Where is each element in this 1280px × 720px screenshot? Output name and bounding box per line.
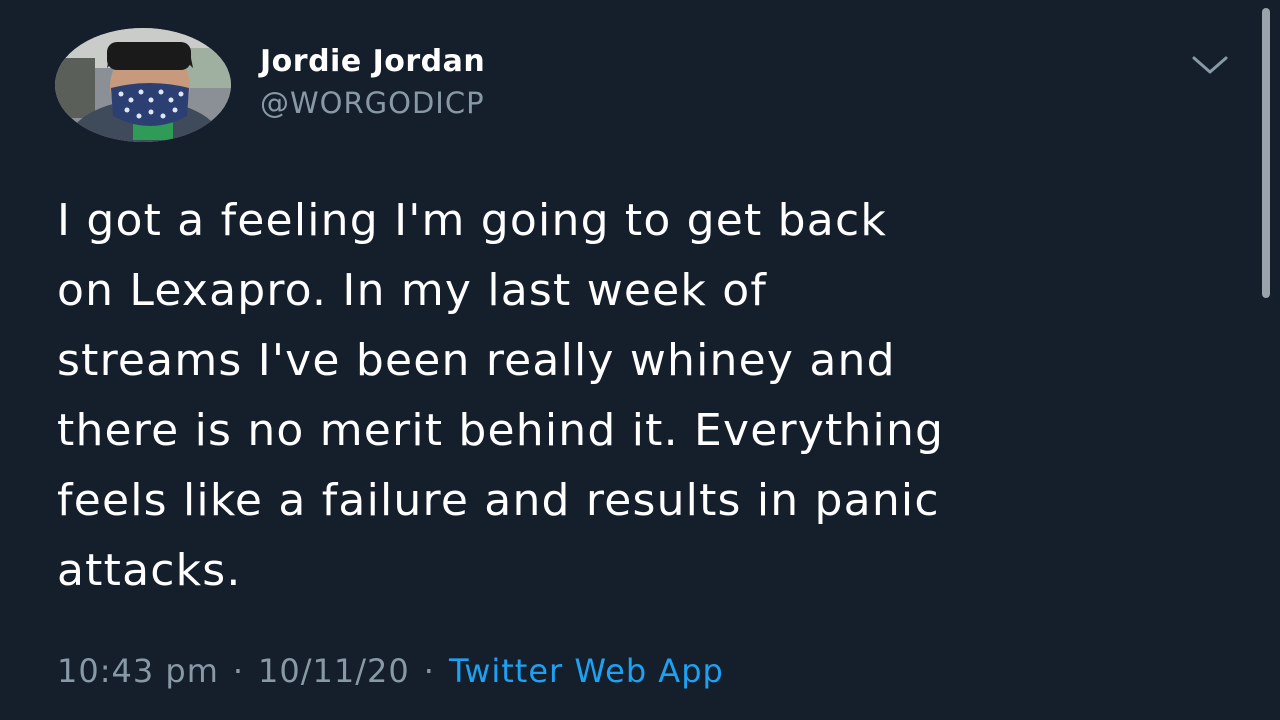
tweet-source-link[interactable]: Twitter Web App [449, 652, 724, 690]
tweet-text-line: streams I've been really whiney and [57, 335, 896, 386]
avatar-photo [55, 28, 231, 142]
meta-separator: · [232, 652, 245, 690]
tweet-text-line: attacks. [57, 545, 242, 596]
tweet-time[interactable]: 10:43 pm [57, 652, 219, 690]
avatar[interactable] [55, 28, 231, 142]
tweet-text-line: on Lexapro. In my last week of [57, 265, 768, 316]
tweet-metadata: 10:43 pm · 10/11/20 · Twitter Web App [57, 652, 724, 690]
tweet-text-line: there is no merit behind it. Everything [57, 405, 945, 456]
chevron-down-icon[interactable] [1190, 52, 1230, 78]
user-handle[interactable]: @WORGODICP [260, 86, 485, 120]
scrollbar-thumb[interactable] [1262, 8, 1270, 298]
tweet-text-line: I got a feeling I'm going to get back [57, 195, 888, 246]
tweet-date[interactable]: 10/11/20 [258, 652, 410, 690]
tweet-text: I got a feeling I'm going to get back on… [57, 186, 1237, 606]
display-name[interactable]: Jordie Jordan [260, 44, 485, 79]
tweet-text-line: feels like a failure and results in pani… [57, 475, 940, 526]
tweet-card: Jordie Jordan @WORGODICP I got a feeling… [0, 0, 1280, 720]
meta-separator: · [423, 652, 435, 690]
